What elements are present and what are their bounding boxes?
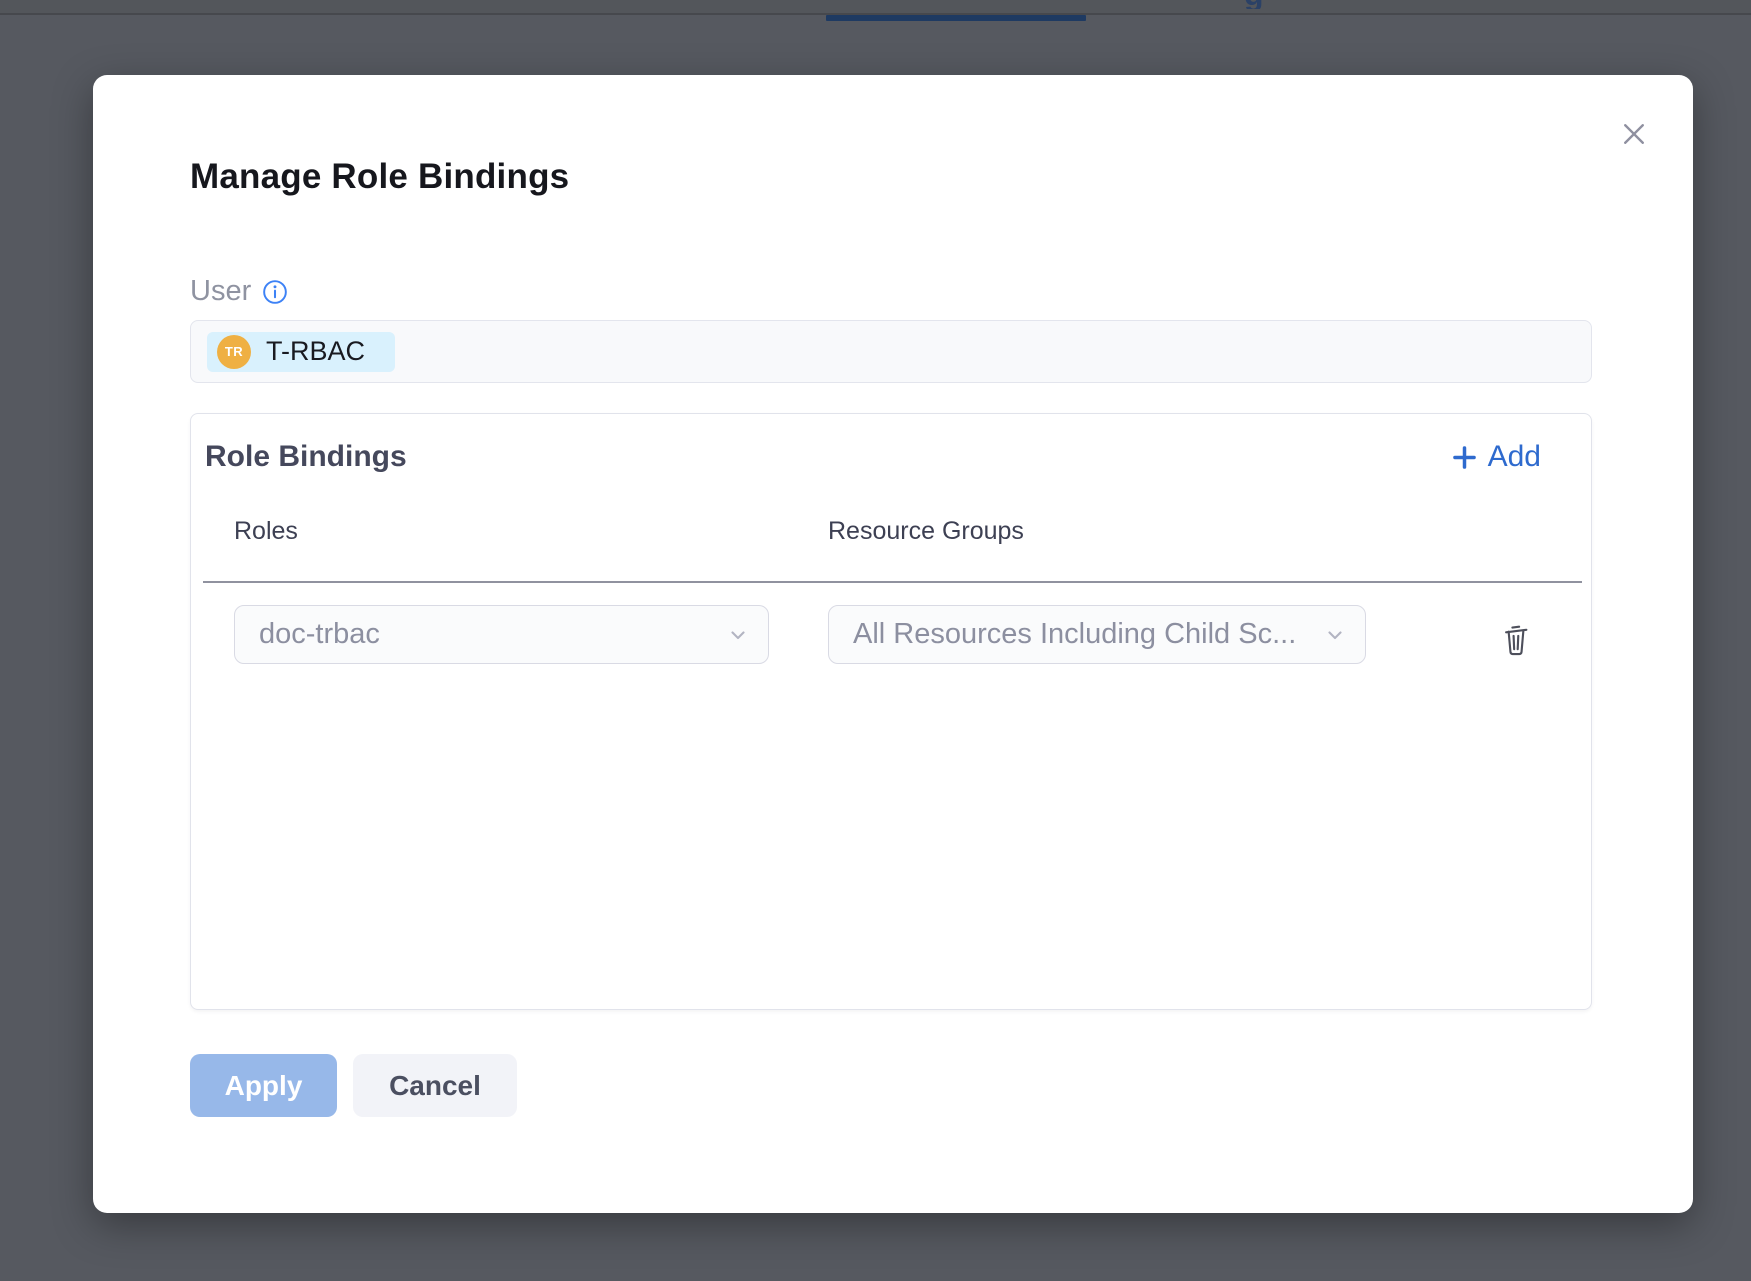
add-role-binding-button[interactable]: Add xyxy=(1451,440,1541,474)
modal-title: Manage Role Bindings xyxy=(190,157,569,197)
user-chip-name: T-RBAC xyxy=(266,336,365,367)
background-partial-tab-label: g xyxy=(1242,0,1278,9)
background-top-bar: g xyxy=(0,0,1751,15)
user-label-row: User xyxy=(190,275,288,308)
plus-icon xyxy=(1451,444,1478,471)
apply-button[interactable]: Apply xyxy=(190,1054,337,1117)
resource-group-select-value: All Resources Including Child Sc... xyxy=(853,618,1296,651)
trash-icon xyxy=(1499,620,1533,658)
cancel-button[interactable]: Cancel xyxy=(353,1054,517,1117)
close-button[interactable] xyxy=(1608,108,1660,160)
role-select[interactable]: doc-trbac xyxy=(234,605,769,664)
user-label: User xyxy=(190,275,251,308)
resource-group-select[interactable]: All Resources Including Child Sc... xyxy=(828,605,1366,664)
close-icon xyxy=(1619,119,1649,149)
role-select-value: doc-trbac xyxy=(259,618,380,651)
chevron-down-icon xyxy=(726,623,750,647)
role-bindings-panel: Role Bindings Add Roles Resource Groups … xyxy=(190,413,1592,1010)
partial-tab-text: g xyxy=(1244,0,1278,9)
active-tab-underline xyxy=(826,15,1086,21)
table-header-divider xyxy=(203,581,1582,583)
role-bindings-title: Role Bindings xyxy=(205,440,407,474)
avatar: TR xyxy=(217,335,251,369)
chevron-down-icon xyxy=(1323,623,1347,647)
avatar-initials: TR xyxy=(225,344,243,359)
info-icon[interactable] xyxy=(262,279,288,305)
column-header-resource-groups: Resource Groups xyxy=(828,517,1024,546)
delete-binding-button[interactable] xyxy=(1494,616,1538,662)
add-button-label: Add xyxy=(1488,440,1541,474)
user-field[interactable]: TR T-RBAC xyxy=(190,320,1592,383)
manage-role-bindings-modal: Manage Role Bindings User TR T-RBAC Role… xyxy=(93,75,1693,1213)
user-chip[interactable]: TR T-RBAC xyxy=(207,332,395,372)
page-backdrop: g Manage Role Bindings User TR xyxy=(0,0,1751,1281)
column-header-roles: Roles xyxy=(234,517,298,546)
